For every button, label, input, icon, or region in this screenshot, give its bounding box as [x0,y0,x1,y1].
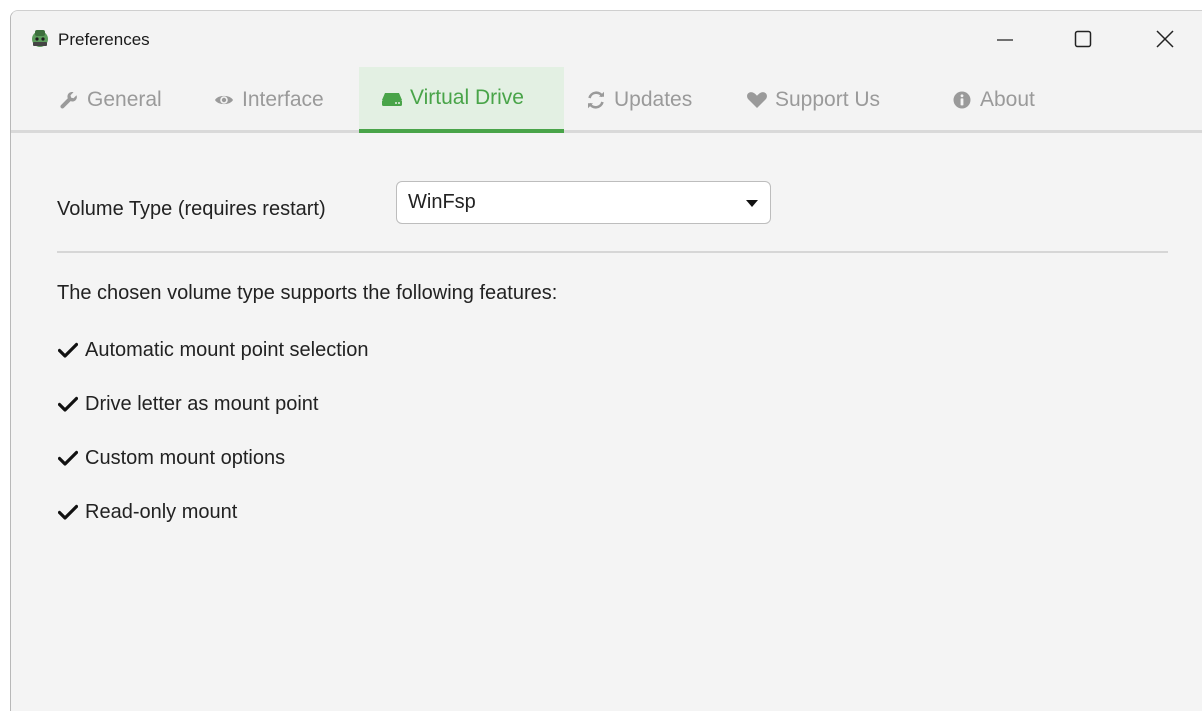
tab-support-us[interactable]: Support Us [724,67,902,133]
preferences-window: Preferences General Interface Virtual Dr… [10,10,1202,711]
feature-label: Custom mount options [85,446,286,469]
tab-label: Interface [242,88,324,111]
wrench-icon [58,89,80,111]
feature-list: Automatic mount point selection Drive le… [57,323,369,539]
maximize-button[interactable] [1065,23,1101,55]
feature-label: Read-only mount [85,500,238,523]
close-icon [1156,30,1174,48]
volume-type-value: WinFsp [408,191,476,213]
tab-label: About [980,88,1035,111]
features-intro: The chosen volume type supports the foll… [57,282,558,304]
chevron-down-icon [746,200,758,207]
feature-item: Automatic mount point selection [57,323,369,377]
checkmark-icon [57,339,79,361]
feature-item: Custom mount options [57,431,369,485]
tab-bar: General Interface Virtual Drive Updates … [11,67,1202,133]
close-button[interactable] [1147,23,1183,55]
heart-icon [746,89,768,111]
tab-virtual-drive[interactable]: Virtual Drive [359,67,564,133]
virtual-drive-panel: Volume Type (requires restart) WinFsp Th… [11,135,1202,711]
eye-icon [213,89,235,111]
tab-label: General [87,88,162,111]
hdd-icon [381,87,403,109]
minimize-button[interactable] [987,23,1023,55]
tab-general[interactable]: General [36,67,184,133]
maximize-icon [1074,30,1092,48]
volume-type-label: Volume Type (requires restart) [57,198,326,220]
feature-item: Drive letter as mount point [57,377,369,431]
app-icon [29,27,51,49]
tab-about[interactable]: About [929,67,1057,133]
checkmark-icon [57,393,79,415]
tab-label: Virtual Drive [410,86,524,109]
volume-type-select[interactable]: WinFsp [396,181,771,224]
refresh-icon [585,89,607,111]
info-icon [951,89,973,111]
title-bar: Preferences [11,11,1202,67]
feature-label: Automatic mount point selection [85,338,369,361]
tab-updates[interactable]: Updates [563,67,714,133]
divider [57,251,1168,253]
checkmark-icon [57,447,79,469]
tab-label: Support Us [775,88,881,111]
feature-label: Drive letter as mount point [85,392,319,415]
minimize-icon [997,39,1013,41]
tab-interface[interactable]: Interface [191,67,346,133]
window-title: Preferences [58,30,150,49]
feature-item: Read-only mount [57,485,369,539]
checkmark-icon [57,501,79,523]
tab-label: Updates [614,88,693,111]
